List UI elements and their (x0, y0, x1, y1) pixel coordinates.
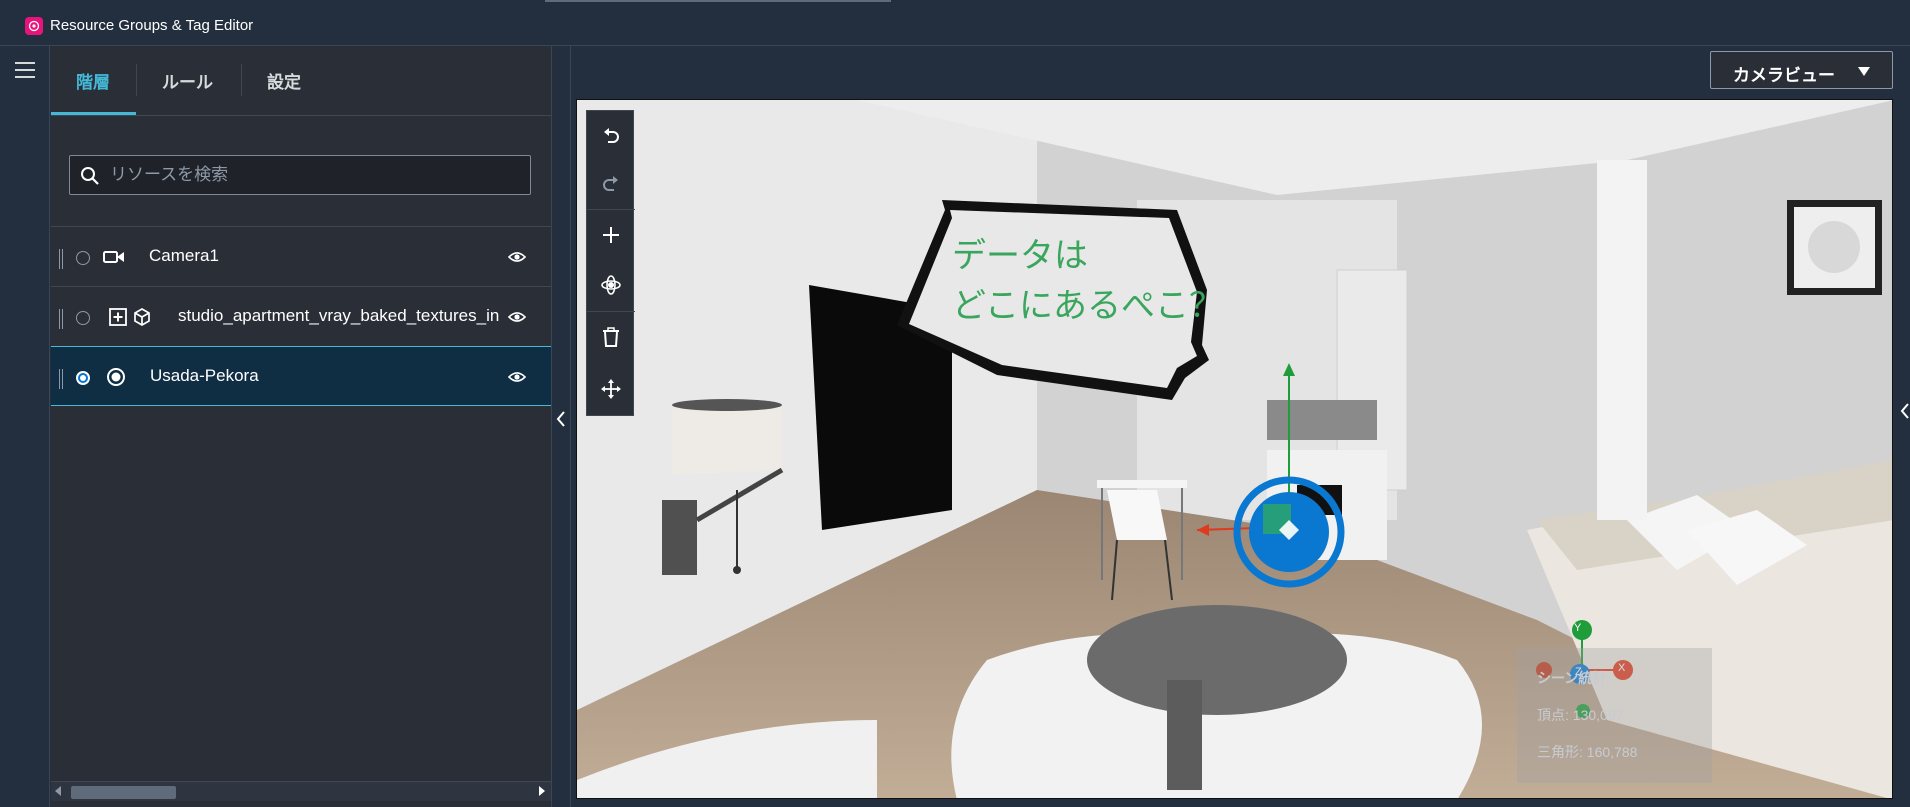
horizontal-scrollbar[interactable] (51, 781, 551, 801)
app-title: Resource Groups & Tag Editor (50, 17, 254, 34)
tab-settings[interactable]: 設定 (267, 68, 301, 93)
scene-stats-panel: シーン統計 頂点: 130,097 三角形: 160,788 (1517, 648, 1712, 783)
visibility-eye-icon[interactable] (508, 370, 526, 384)
chevron-left-icon[interactable] (1900, 402, 1909, 420)
hierarchy-panel: 階層 ルール 設定 Camera1 (51, 46, 551, 807)
select-radio[interactable] (76, 251, 90, 265)
search-icon (81, 167, 99, 185)
select-radio[interactable] (76, 311, 90, 325)
camera-icon (103, 251, 124, 263)
target-icon (107, 368, 125, 386)
redo-button[interactable] (587, 159, 635, 207)
tab-hierarchy[interactable]: 階層 (76, 68, 110, 93)
camera-view-dropdown[interactable]: カメラビュー (1710, 51, 1893, 89)
tab-rules[interactable]: ルール (162, 68, 213, 93)
camera-view-label: カメラビュー (1733, 66, 1835, 85)
drag-handle-icon[interactable] (59, 369, 63, 389)
plus-icon (603, 227, 619, 243)
panel-collapse-bar[interactable] (551, 46, 571, 807)
viewport-toolbar (586, 110, 635, 416)
triangle-count: 三角形: 160,788 (1537, 744, 1638, 760)
caret-down-icon (1858, 67, 1870, 76)
chevron-left-icon[interactable] (556, 410, 566, 428)
toolbar-divider (587, 311, 635, 312)
cube-icon (134, 308, 150, 326)
redo-icon (603, 176, 618, 191)
tree-row-label: Camera1 (149, 246, 219, 265)
visibility-eye-icon[interactable] (508, 250, 526, 264)
resource-search-box (69, 155, 531, 195)
visibility-eye-icon[interactable] (508, 310, 526, 324)
vertex-count: 頂点: 130,097 (1537, 707, 1624, 723)
undo-icon (604, 128, 619, 143)
active-tab-indicator (51, 112, 136, 115)
tree-row-usada-pekora[interactable]: Usada-Pekora (51, 346, 551, 406)
trash-icon (603, 327, 619, 347)
select-radio-checked[interactable] (76, 371, 90, 385)
scroll-right-arrow-icon[interactable] (539, 786, 545, 796)
speech-bubble-line-2: どこにあるぺこ？ (952, 286, 1223, 326)
3d-viewport[interactable]: データは どこにあるぺこ？ Y X Z シーン統計 頂点: 130,097 三角… (576, 99, 1893, 799)
menu-icon[interactable] (15, 62, 35, 80)
add-object-button[interactable] (587, 211, 635, 259)
tree-row-studio-apartment[interactable]: studio_apartment_vray_baked_textures_in (51, 286, 551, 346)
tab-divider (136, 64, 137, 96)
scene-viewer: カメラビュー データは どこにあるぺこ？ Y X Z シーン統計 頂点: 130… (571, 46, 1910, 807)
orbit-button[interactable] (587, 261, 635, 309)
top-bar: Resource Groups & Tag Editor (0, 0, 1910, 46)
scroll-left-arrow-icon[interactable] (55, 786, 61, 796)
drag-handle-icon[interactable] (59, 249, 63, 269)
axis-y-label: Y (1574, 622, 1582, 634)
drag-handle-icon[interactable] (59, 309, 63, 329)
tree-row-camera1[interactable]: Camera1 (51, 226, 551, 286)
scrollbar-thumb[interactable] (71, 786, 176, 799)
search-input[interactable] (110, 156, 520, 194)
speech-bubble-line-1: データは (952, 236, 1088, 276)
toolbar-divider (587, 209, 635, 210)
orbit-icon (601, 275, 621, 295)
tab-divider (241, 64, 242, 96)
top-search-edge (545, 0, 891, 2)
tree-row-label: studio_apartment_vray_baked_textures_in (178, 306, 500, 325)
move-button[interactable] (587, 365, 635, 413)
scene-stats-title: シーン統計 (1537, 670, 1607, 686)
move-arrows-icon (601, 379, 621, 399)
resource-groups-logo-icon (25, 17, 43, 35)
left-rail (0, 46, 50, 807)
undo-button[interactable] (587, 111, 635, 159)
tree-row-label: Usada-Pekora (150, 366, 259, 385)
expand-plus-icon[interactable] (109, 308, 127, 326)
delete-button[interactable] (587, 313, 635, 361)
panel-tabs: 階層 ルール 設定 (51, 46, 551, 116)
